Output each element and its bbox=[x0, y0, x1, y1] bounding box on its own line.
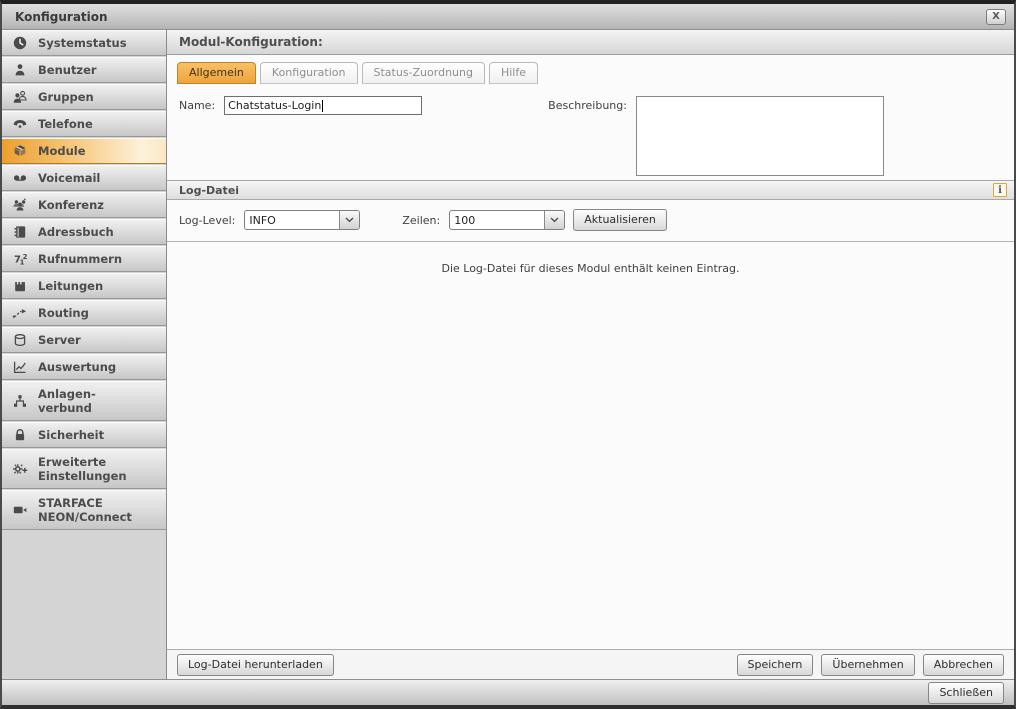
info-icon[interactable]: i bbox=[993, 183, 1007, 197]
schliessen-button[interactable]: Schließen bbox=[928, 681, 1004, 704]
konfiguration-window: Konfiguration X Systemstatus Benutzer Gr… bbox=[0, 0, 1016, 709]
abbrechen-button[interactable]: Abbrechen bbox=[922, 653, 1004, 676]
clock-icon bbox=[2, 35, 38, 51]
module-config-header: Modul-Konfiguration: bbox=[167, 30, 1014, 55]
numbers-icon: 712 bbox=[2, 251, 38, 267]
routing-icon bbox=[2, 305, 38, 321]
server-icon bbox=[2, 332, 38, 348]
close-icon[interactable]: X bbox=[986, 8, 1006, 25]
log-empty-message: Die Log-Datei für dieses Modul enthält k… bbox=[441, 262, 740, 275]
tab-strip: Allgemein Konfiguration Status-Zuordnung… bbox=[167, 55, 1014, 84]
sidebar-item-sicherheit[interactable]: Sicherheit bbox=[2, 422, 166, 448]
zeilen-select[interactable]: 100 bbox=[449, 210, 566, 230]
tab-hilfe[interactable]: Hilfe bbox=[488, 62, 538, 84]
log-controls: Log-Level: INFO Zeilen: 100 Aktualisiere… bbox=[167, 200, 1014, 242]
sidebar-item-leitungen[interactable]: Leitungen bbox=[2, 273, 166, 299]
log-datei-header: Log-Datei i bbox=[167, 180, 1014, 200]
window-title: Konfiguration bbox=[15, 9, 108, 24]
name-input[interactable]: Chatstatus-Login bbox=[224, 96, 423, 115]
sidebar-item-adressbuch[interactable]: Adressbuch bbox=[2, 219, 166, 245]
beschreibung-label: Beschreibung: bbox=[548, 99, 627, 112]
address-book-icon bbox=[2, 224, 38, 240]
uebernehmen-button[interactable]: Übernehmen bbox=[821, 653, 915, 676]
sidebar-item-telefone[interactable]: Telefone bbox=[2, 111, 166, 137]
gear-plus-icon bbox=[2, 461, 38, 477]
sidebar-item-routing[interactable]: Routing bbox=[2, 300, 166, 326]
phone-icon bbox=[2, 116, 38, 132]
user-icon bbox=[2, 62, 38, 78]
aktualisieren-button[interactable]: Aktualisieren bbox=[573, 209, 667, 231]
sidebar-item-konferenz[interactable]: Konferenz bbox=[2, 192, 166, 218]
sidebar-item-server[interactable]: Server bbox=[2, 327, 166, 353]
sidebar-item-starface-neon[interactable]: STARFACE NEON/Connect bbox=[2, 490, 166, 530]
name-label: Name: bbox=[179, 99, 216, 112]
lock-icon bbox=[2, 427, 38, 443]
zeilen-label: Zeilen: bbox=[402, 213, 441, 227]
cube-icon bbox=[2, 143, 38, 159]
speichern-button[interactable]: Speichern bbox=[736, 653, 814, 676]
tab-konfiguration[interactable]: Konfiguration bbox=[259, 62, 358, 84]
sidebar-item-rufnummern[interactable]: 712 Rufnummern bbox=[2, 246, 166, 272]
conference-icon bbox=[2, 197, 38, 213]
download-log-button[interactable]: Log-Datei herunterladen bbox=[177, 653, 334, 676]
log-datei-title: Log-Datei bbox=[179, 183, 240, 197]
sidebar: Systemstatus Benutzer Gruppen Telefone M… bbox=[2, 30, 167, 679]
chevron-down-icon bbox=[339, 211, 360, 229]
camera-icon bbox=[2, 502, 38, 518]
log-level-select[interactable]: INFO bbox=[244, 210, 361, 230]
general-form: Name: Chatstatus-Login Beschreibung: bbox=[167, 84, 1014, 180]
module-config-title: Modul-Konfiguration: bbox=[179, 35, 323, 49]
chevron-down-icon bbox=[544, 211, 565, 229]
plug-icon bbox=[2, 278, 38, 294]
sidebar-item-erweiterte-einstellungen[interactable]: Erweiterte Einstellungen bbox=[2, 449, 166, 489]
sidebar-item-auswertung[interactable]: Auswertung bbox=[2, 354, 166, 380]
tab-status-zuordnung[interactable]: Status-Zuordnung bbox=[361, 62, 485, 84]
text-caret bbox=[322, 99, 324, 112]
users-icon bbox=[2, 89, 38, 105]
chart-icon bbox=[2, 359, 38, 375]
beschreibung-textarea[interactable] bbox=[635, 96, 884, 176]
tab-allgemein[interactable]: Allgemein bbox=[177, 62, 256, 84]
log-level-label: Log-Level: bbox=[179, 213, 236, 227]
sidebar-filler bbox=[2, 531, 166, 679]
voicemail-icon bbox=[2, 170, 38, 186]
main-panel: Modul-Konfiguration: Allgemein Konfigura… bbox=[167, 30, 1014, 679]
sidebar-item-module[interactable]: Module bbox=[2, 138, 166, 164]
svg-text:2: 2 bbox=[23, 253, 28, 261]
sidebar-item-systemstatus[interactable]: Systemstatus bbox=[2, 30, 166, 56]
network-icon bbox=[2, 393, 38, 409]
sidebar-item-voicemail[interactable]: Voicemail bbox=[2, 165, 166, 191]
title-bar: Konfiguration X bbox=[2, 4, 1014, 30]
window-bottom-bar: Schließen bbox=[2, 679, 1014, 705]
sidebar-item-anlagenverbund[interactable]: Anlagen-verbund bbox=[2, 381, 166, 421]
main-footer: Log-Datei herunterladen Speichern Überne… bbox=[167, 649, 1014, 679]
sidebar-item-gruppen[interactable]: Gruppen bbox=[2, 84, 166, 110]
sidebar-item-benutzer[interactable]: Benutzer bbox=[2, 57, 166, 83]
